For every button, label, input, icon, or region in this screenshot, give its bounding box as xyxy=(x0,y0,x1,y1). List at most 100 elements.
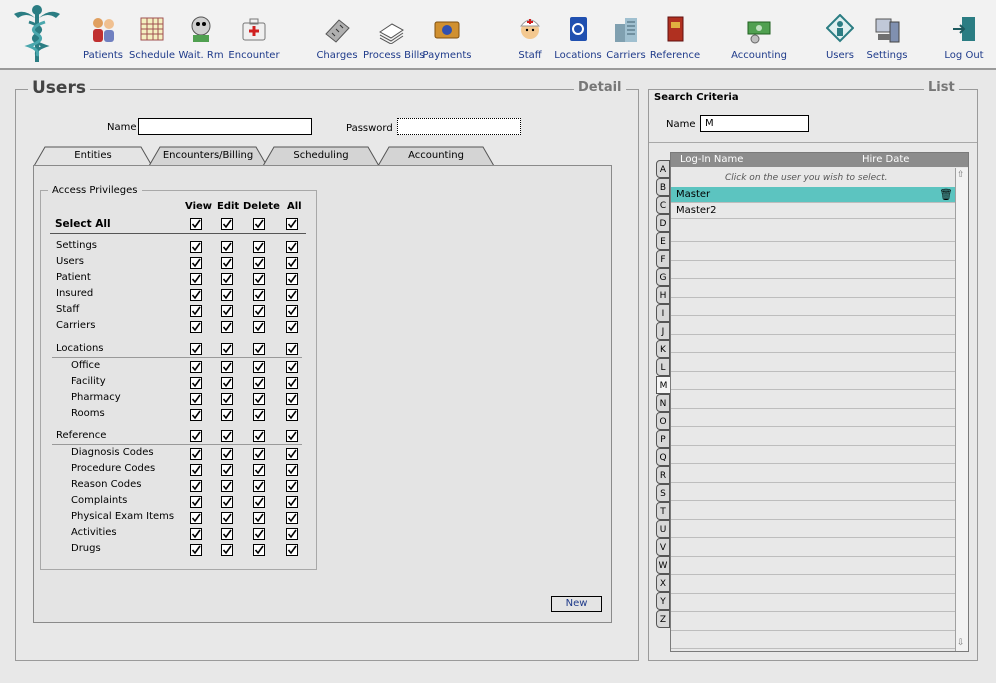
letter-tab-m[interactable]: M xyxy=(656,376,670,394)
trash-icon[interactable]: 🗑 xyxy=(939,187,953,203)
user-row[interactable]: Master 🗑 xyxy=(671,187,955,203)
privilege-procedure-codes-all-checkbox[interactable] xyxy=(286,464,298,476)
privilege-activities-view-checkbox[interactable] xyxy=(190,528,202,540)
group-reference-all-checkbox[interactable] xyxy=(286,430,298,442)
letter-tab-c[interactable]: C xyxy=(656,196,670,214)
privilege-facility-all-checkbox[interactable] xyxy=(286,377,298,389)
privilege-settings-edit-checkbox[interactable] xyxy=(221,241,233,253)
privilege-users-edit-checkbox[interactable] xyxy=(221,257,233,269)
privilege-patient-delete-checkbox[interactable] xyxy=(253,273,265,285)
privilege-users-all-checkbox[interactable] xyxy=(286,257,298,269)
privilege-drugs-edit-checkbox[interactable] xyxy=(221,544,233,556)
letter-tab-u[interactable]: U xyxy=(656,520,670,538)
letter-tab-w[interactable]: W xyxy=(656,556,670,574)
privilege-facility-delete-checkbox[interactable] xyxy=(253,377,265,389)
privilege-staff-view-checkbox[interactable] xyxy=(190,305,202,317)
letter-tab-p[interactable]: P xyxy=(656,430,670,448)
privilege-staff-all-checkbox[interactable] xyxy=(286,305,298,317)
letter-tab-x[interactable]: X xyxy=(656,574,670,592)
group-locations-delete-checkbox[interactable] xyxy=(253,343,265,355)
scroll-down-arrow-icon[interactable]: ⇩ xyxy=(957,638,965,648)
letter-tab-s[interactable]: S xyxy=(656,484,670,502)
toolbar-button-carriers[interactable]: Carriers xyxy=(598,14,654,61)
privilege-staff-edit-checkbox[interactable] xyxy=(221,305,233,317)
privilege-carriers-view-checkbox[interactable] xyxy=(190,321,202,333)
privilege-complaints-edit-checkbox[interactable] xyxy=(221,496,233,508)
group-locations-edit-checkbox[interactable] xyxy=(221,343,233,355)
scroll-up-arrow-icon[interactable]: ⇧ xyxy=(957,170,965,180)
select-all-all-checkbox[interactable] xyxy=(286,218,298,230)
privilege-complaints-all-checkbox[interactable] xyxy=(286,496,298,508)
letter-tab-k[interactable]: K xyxy=(656,340,670,358)
privilege-activities-all-checkbox[interactable] xyxy=(286,528,298,540)
privilege-rooms-edit-checkbox[interactable] xyxy=(221,409,233,421)
privilege-reason-codes-view-checkbox[interactable] xyxy=(190,480,202,492)
privilege-insured-all-checkbox[interactable] xyxy=(286,289,298,301)
letter-tab-g[interactable]: G xyxy=(656,268,670,286)
select-all-edit-checkbox[interactable] xyxy=(221,218,233,230)
privilege-procedure-codes-edit-checkbox[interactable] xyxy=(221,464,233,476)
letter-tab-r[interactable]: R xyxy=(656,466,670,484)
privilege-activities-edit-checkbox[interactable] xyxy=(221,528,233,540)
toolbar-button-charges[interactable]: Charges xyxy=(309,14,365,61)
privilege-patient-edit-checkbox[interactable] xyxy=(221,273,233,285)
privilege-complaints-view-checkbox[interactable] xyxy=(190,496,202,508)
tab-entities[interactable]: Entities xyxy=(33,146,153,166)
privilege-settings-all-checkbox[interactable] xyxy=(286,241,298,253)
col-hire-date[interactable]: Hire Date xyxy=(862,154,909,165)
privilege-office-view-checkbox[interactable] xyxy=(190,361,202,373)
list-name-search-input[interactable] xyxy=(700,115,809,132)
letter-tab-q[interactable]: Q xyxy=(656,448,670,466)
toolbar-button-schedule[interactable]: Schedule xyxy=(124,14,180,61)
privilege-procedure-codes-delete-checkbox[interactable] xyxy=(253,464,265,476)
privilege-reason-codes-edit-checkbox[interactable] xyxy=(221,480,233,492)
letter-tab-f[interactable]: F xyxy=(656,250,670,268)
privilege-reason-codes-all-checkbox[interactable] xyxy=(286,480,298,492)
privilege-settings-view-checkbox[interactable] xyxy=(190,241,202,253)
privilege-diagnosis-codes-all-checkbox[interactable] xyxy=(286,448,298,460)
privilege-pharmacy-all-checkbox[interactable] xyxy=(286,393,298,405)
privilege-rooms-all-checkbox[interactable] xyxy=(286,409,298,421)
privilege-rooms-delete-checkbox[interactable] xyxy=(253,409,265,421)
name-input[interactable] xyxy=(138,118,312,135)
privilege-drugs-view-checkbox[interactable] xyxy=(190,544,202,556)
privilege-patient-view-checkbox[interactable] xyxy=(190,273,202,285)
privilege-office-delete-checkbox[interactable] xyxy=(253,361,265,373)
group-locations-all-checkbox[interactable] xyxy=(286,343,298,355)
toolbar-button-accounting[interactable]: Accounting xyxy=(731,14,787,61)
group-reference-view-checkbox[interactable] xyxy=(190,430,202,442)
letter-tab-h[interactable]: H xyxy=(656,286,670,304)
letter-tab-j[interactable]: J xyxy=(656,322,670,340)
toolbar-button-log-out[interactable]: Log Out xyxy=(936,14,992,61)
letter-tab-n[interactable]: N xyxy=(656,394,670,412)
privilege-office-all-checkbox[interactable] xyxy=(286,361,298,373)
letter-tab-d[interactable]: D xyxy=(656,214,670,232)
toolbar-button-patients[interactable]: Patients xyxy=(75,14,131,61)
privilege-users-delete-checkbox[interactable] xyxy=(253,257,265,269)
new-button[interactable]: New xyxy=(551,596,602,612)
privilege-office-edit-checkbox[interactable] xyxy=(221,361,233,373)
privilege-complaints-delete-checkbox[interactable] xyxy=(253,496,265,508)
tab-accounting[interactable]: Accounting xyxy=(377,146,495,166)
letter-tab-o[interactable]: O xyxy=(656,412,670,430)
privilege-rooms-view-checkbox[interactable] xyxy=(190,409,202,421)
privilege-pharmacy-view-checkbox[interactable] xyxy=(190,393,202,405)
letter-tab-b[interactable]: B xyxy=(656,178,670,196)
privilege-physical-exam-items-view-checkbox[interactable] xyxy=(190,512,202,524)
letter-tab-v[interactable]: V xyxy=(656,538,670,556)
privilege-carriers-edit-checkbox[interactable] xyxy=(221,321,233,333)
privilege-drugs-delete-checkbox[interactable] xyxy=(253,544,265,556)
toolbar-button-settings[interactable]: Settings xyxy=(859,14,915,61)
toolbar-button-wait-rm[interactable]: Wait. Rm xyxy=(173,14,229,61)
letter-tab-e[interactable]: E xyxy=(656,232,670,250)
privilege-diagnosis-codes-delete-checkbox[interactable] xyxy=(253,448,265,460)
select-all-delete-checkbox[interactable] xyxy=(253,218,265,230)
privilege-pharmacy-edit-checkbox[interactable] xyxy=(221,393,233,405)
privilege-insured-edit-checkbox[interactable] xyxy=(221,289,233,301)
toolbar-button-process-bills[interactable]: Process Bills xyxy=(363,14,425,61)
privilege-drugs-all-checkbox[interactable] xyxy=(286,544,298,556)
letter-tab-a[interactable]: A xyxy=(656,160,670,178)
privilege-diagnosis-codes-edit-checkbox[interactable] xyxy=(221,448,233,460)
toolbar-button-reference[interactable]: Reference xyxy=(647,14,703,61)
group-reference-edit-checkbox[interactable] xyxy=(221,430,233,442)
